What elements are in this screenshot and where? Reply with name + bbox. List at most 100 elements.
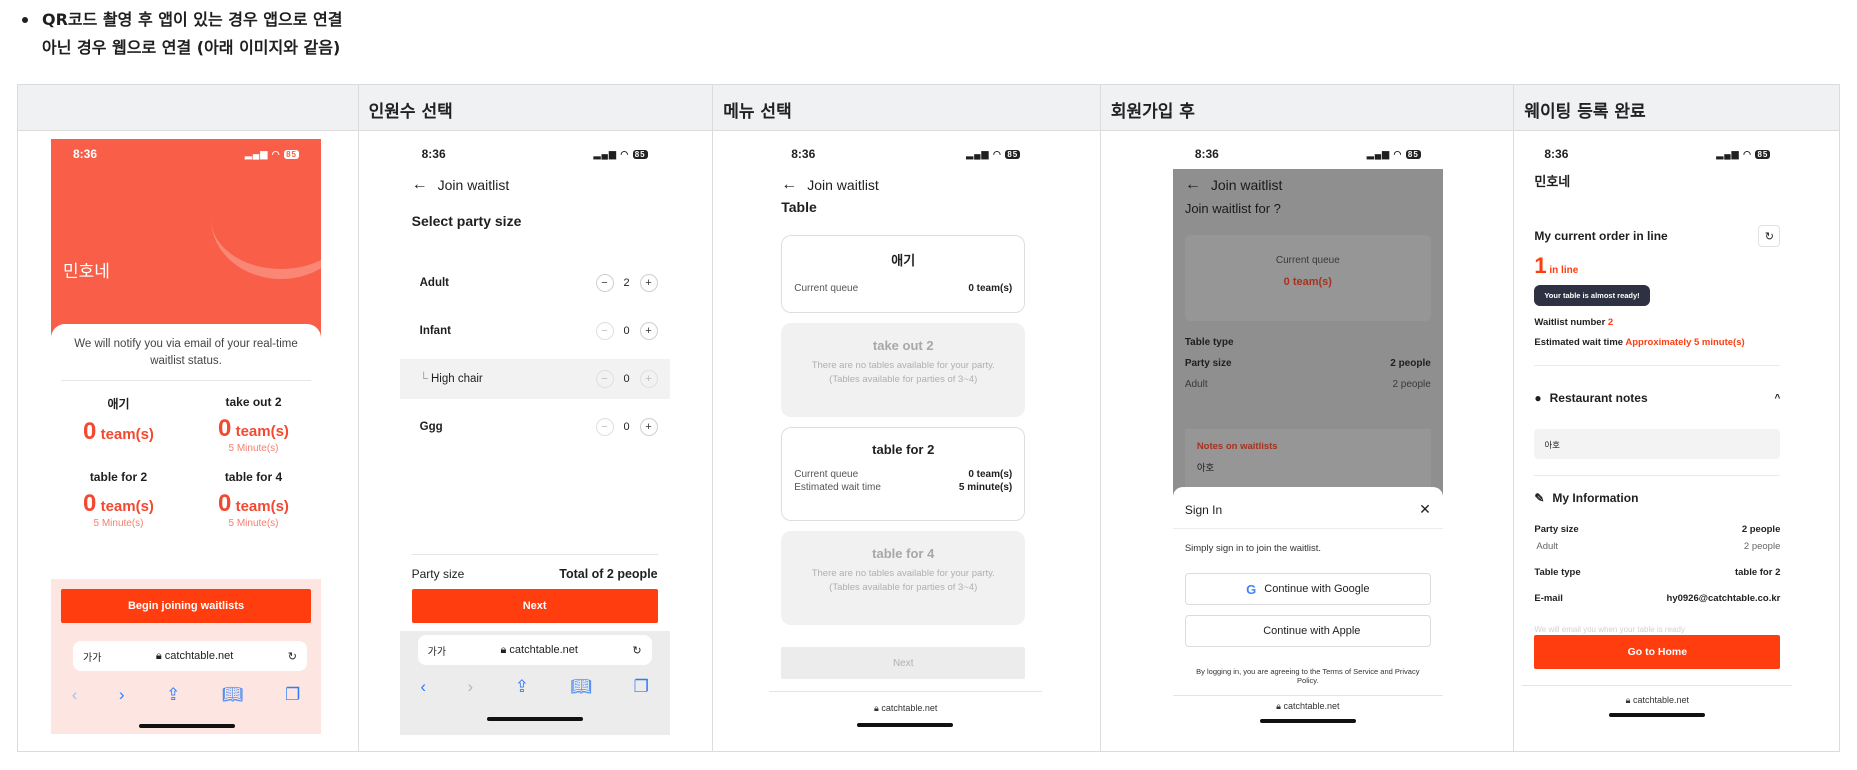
tabs-icon[interactable]: ❐ (285, 685, 300, 705)
share-icon[interactable]: ⇪ (166, 685, 180, 705)
forward-icon[interactable]: › (468, 677, 474, 697)
plus-button[interactable]: + (639, 322, 658, 340)
card-note: There are no tables available for your p… (811, 568, 995, 579)
chevron-up-icon[interactable]: ^ (1775, 393, 1781, 404)
bullet-dot-icon (22, 17, 28, 23)
stepper-value: 0 (623, 373, 630, 385)
battery-icon: 85 (1005, 149, 1021, 159)
next-button[interactable]: Next (781, 647, 1026, 679)
url-text: catchtable.net (509, 643, 578, 656)
section-title: My Information (1552, 491, 1639, 505)
party-size-label: Party size (411, 567, 465, 581)
kv-label: Waitlist number (1534, 317, 1606, 328)
cell-unit: team(s) (235, 498, 289, 515)
card-title: 애기 (891, 253, 916, 268)
nav-title: Join waitlist (1210, 177, 1283, 193)
cell-minutes: 5 Minute(s) (228, 518, 279, 529)
column-complete: 웨이팅 등록 완료 8:36 ▂▄▆ ◠ 85 민호네 My current o… (1513, 85, 1839, 751)
battery-icon: 85 (1755, 149, 1771, 159)
queue-sheet: We will notify you via email of your rea… (51, 324, 321, 579)
go-home-button[interactable]: Go to Home (1534, 635, 1781, 669)
battery-icon: 85 (632, 149, 648, 159)
plus-button[interactable]: + (639, 274, 658, 292)
notify-text: We will notify you via email of your rea… (74, 338, 298, 367)
plus-button[interactable]: + (639, 370, 658, 388)
text-size-button[interactable]: 가가 (428, 643, 446, 658)
cell-unit: team(s) (100, 498, 154, 515)
refresh-icon[interactable]: ↻ (1758, 225, 1781, 247)
close-icon[interactable]: ✕ (1419, 501, 1431, 518)
menu-card-table-2[interactable]: table for 2 Current queue 0 team(s) Estim… (781, 427, 1026, 521)
kv-value: Approximately 5 minute(s) (1625, 337, 1745, 348)
card-label: Estimated wait time (794, 482, 881, 493)
google-sign-in-button[interactable]: G Continue with Google (1184, 573, 1431, 605)
status-bar: 8:36 ▂▄▆ ◠ 85 (1522, 139, 1792, 169)
stepper-value: 0 (623, 325, 630, 337)
apple-label: Continue with Apple (1263, 625, 1361, 637)
url-bar[interactable]: 가가 🔒︎ catchtable.net ↻ (73, 641, 307, 671)
apple-sign-in-button[interactable]: Continue with Apple (1184, 615, 1431, 647)
begin-waitlist-button[interactable]: Begin joining waitlists (61, 589, 311, 623)
lock-icon: 🔒︎ (874, 703, 879, 713)
plus-button[interactable]: + (639, 418, 658, 436)
back-nav[interactable]: ← Join waitlist (400, 173, 670, 197)
card-title: take out 2 (872, 338, 934, 353)
next-button[interactable]: Next (411, 589, 658, 623)
queue-cell[interactable]: table for 4 0 team(s) 5 Minute(s) (186, 466, 321, 530)
card-note: (Tables available for parties of 3~4) (829, 374, 978, 385)
minus-button[interactable]: − (595, 322, 614, 340)
queue-cell[interactable]: take out 2 0 team(s) 5 Minute(s) (186, 391, 321, 458)
bullet-text-1: QR코드 촬영 후 앱이 있는 경우 앱으로 연결 (42, 10, 343, 29)
card-label: Current queue (794, 469, 859, 480)
reload-icon[interactable]: ↻ (288, 650, 297, 663)
back-nav[interactable]: ← Join waitlist (769, 173, 1042, 197)
browser-chrome: 가가 🔒︎ catchtable.net ↻ ‹ › ⇪ 📖︎ ❐ (399, 631, 670, 735)
nav-title: Join waitlist (807, 177, 879, 193)
bookmarks-icon[interactable]: 📖︎ (222, 685, 244, 705)
reload-icon[interactable]: ↻ (632, 644, 641, 657)
share-icon[interactable]: ⇪ (515, 677, 529, 697)
cell-minutes (51, 446, 186, 458)
quantity-stepper: − 2 + (595, 274, 658, 292)
text-size-button[interactable]: 가가 (83, 649, 101, 664)
sub-item-icon: └ (419, 373, 431, 385)
signal-wifi-icon: ▂▄▆ ◠ 85 (966, 148, 1021, 159)
column-header: 인원수 선택 (358, 85, 713, 131)
card-title: table for 4 (872, 546, 935, 561)
url-bar[interactable]: 가가 🔒︎ catchtable.net ↻ (417, 635, 652, 665)
queue-cell[interactable]: 애기 0 team(s) (51, 391, 186, 458)
card-label: Current queue (794, 283, 859, 294)
status-bar: 8:36 ▂▄▆ ◠ 85 (1172, 139, 1443, 169)
cell-count: 0 (83, 490, 97, 517)
menu-card-aegi[interactable]: 애기 Current queue 0 team(s) (781, 235, 1026, 313)
stepper-value: 2 (623, 277, 630, 289)
cell-title: table for 4 (224, 470, 283, 484)
back-icon[interactable]: ‹ (420, 677, 426, 697)
row-label: Infant (419, 325, 451, 337)
back-icon[interactable]: ‹ (72, 685, 78, 705)
section-title: Table (781, 199, 817, 215)
party-row-ggg: Ggg − 0 + (400, 407, 670, 447)
quantity-stepper: − 0 + (595, 370, 658, 388)
info-row: Table type table for 2 (1534, 567, 1780, 578)
info-label: E-mail (1534, 593, 1563, 604)
info-row: Adult 2 people (1534, 541, 1780, 552)
status-bar: 8:36 ▂▄▆ ◠ 85 (769, 139, 1042, 169)
queue-cell[interactable]: table for 2 0 team(s) 5 Minute(s) (51, 466, 186, 530)
minus-button[interactable]: − (595, 418, 614, 436)
minus-button[interactable]: − (595, 370, 614, 388)
hero-banner: 8:36 ▂▄▆ ◠ 85 민호네 (51, 139, 321, 339)
sign-in-modal: Sign In ✕ Simply sign in to join the wai… (1172, 487, 1443, 729)
minus-button[interactable]: − (595, 274, 614, 292)
tabs-icon[interactable]: ❐ (634, 677, 649, 697)
arrow-left-icon: ← (1184, 176, 1201, 193)
cell-unit: team(s) (235, 423, 289, 440)
url-label: 🔒︎ catchtable.net (1522, 695, 1792, 706)
modal-description: Simply sign in to join the waitlist. (1184, 543, 1322, 554)
bookmarks-icon[interactable]: 📖︎ (570, 677, 592, 697)
forward-icon[interactable]: › (119, 685, 125, 705)
back-nav[interactable]: ← Join waitlist (1173, 173, 1443, 197)
restaurant-notes-header[interactable]: ● Restaurant notes ^ (1534, 391, 1780, 405)
google-label: Continue with Google (1264, 583, 1370, 595)
info-icon: ● (1534, 391, 1542, 405)
